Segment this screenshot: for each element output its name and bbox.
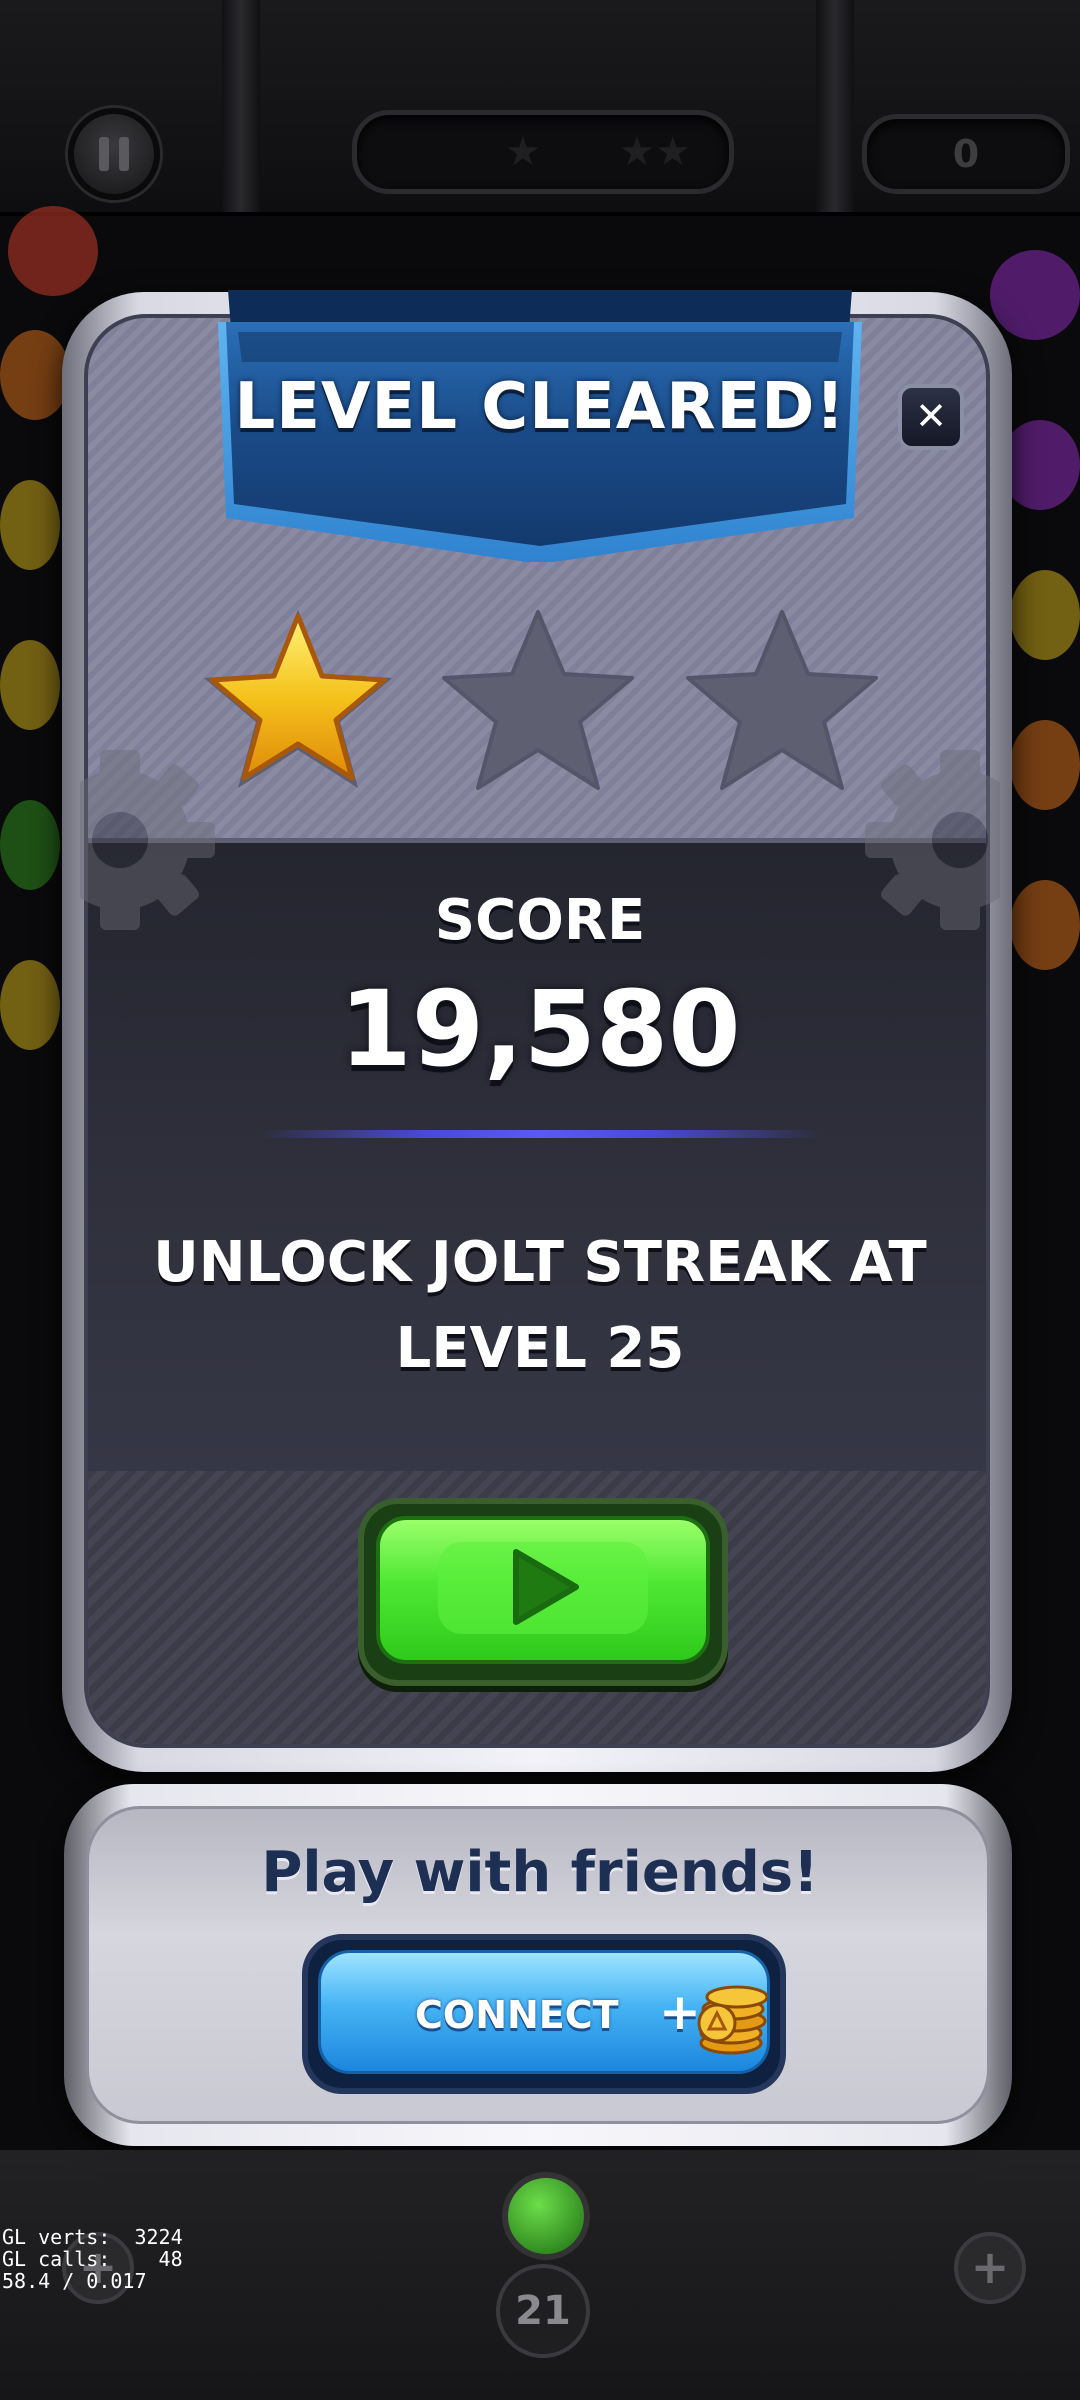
bubble <box>1000 420 1080 510</box>
play-button[interactable] <box>358 1498 728 1686</box>
connect-label: CONNECT <box>415 1993 619 2037</box>
coins-icon <box>697 1985 769 2055</box>
bubble <box>0 480 60 570</box>
pause-icon <box>99 137 109 171</box>
star-icon-earned <box>204 610 392 788</box>
debug-line: GL verts: 3224 <box>2 2225 183 2249</box>
star-icon: ★ <box>505 129 541 175</box>
hud-score: 0 <box>862 114 1070 194</box>
hud-post <box>816 0 854 212</box>
bubble <box>1010 720 1080 810</box>
connect-button[interactable]: CONNECT + <box>302 1934 786 2094</box>
debug-overlay: GL verts: 3224 GL calls: 48 58.4 / 0.017 <box>2 2226 183 2292</box>
play-button-face <box>376 1516 710 1664</box>
connect-button-face: CONNECT + <box>318 1950 770 2074</box>
title-banner: LEVEL CLEARED! <box>218 282 862 564</box>
shots-remaining: 21 <box>496 2264 590 2358</box>
bubble <box>8 206 98 296</box>
pause-button[interactable] <box>68 108 160 200</box>
bubble <box>1010 570 1080 660</box>
pause-icon-bar <box>119 137 129 171</box>
close-button[interactable]: ✕ <box>898 384 964 450</box>
score-label: SCORE <box>434 888 646 953</box>
debug-line: GL calls: 48 <box>2 2247 183 2271</box>
next-bubble[interactable] <box>502 2172 590 2260</box>
score-value: 19,580 <box>339 968 741 1090</box>
right-booster-plus[interactable]: + <box>954 2232 1026 2304</box>
dialog-title: LEVEL CLEARED! <box>234 370 846 444</box>
star-icon-empty <box>686 610 878 790</box>
top-hud: ★ ★★ 0 <box>0 0 1080 216</box>
play-icon <box>438 1542 648 1634</box>
bubble <box>0 330 70 420</box>
bubble <box>0 800 60 890</box>
divider <box>260 1130 820 1138</box>
unlock-message: UNLOCK JOLT STREAK AT LEVEL 25 <box>153 1230 927 1381</box>
star-progress-track: ★ ★★ <box>352 110 734 194</box>
bubble <box>0 640 60 730</box>
star-icon-empty <box>442 610 634 790</box>
bubble <box>990 250 1080 340</box>
star-icon: ★★ <box>619 129 691 175</box>
hud-post <box>222 0 260 212</box>
debug-line: 58.4 / 0.017 <box>2 2269 147 2293</box>
friends-title: Play with friends! <box>261 1840 819 1905</box>
